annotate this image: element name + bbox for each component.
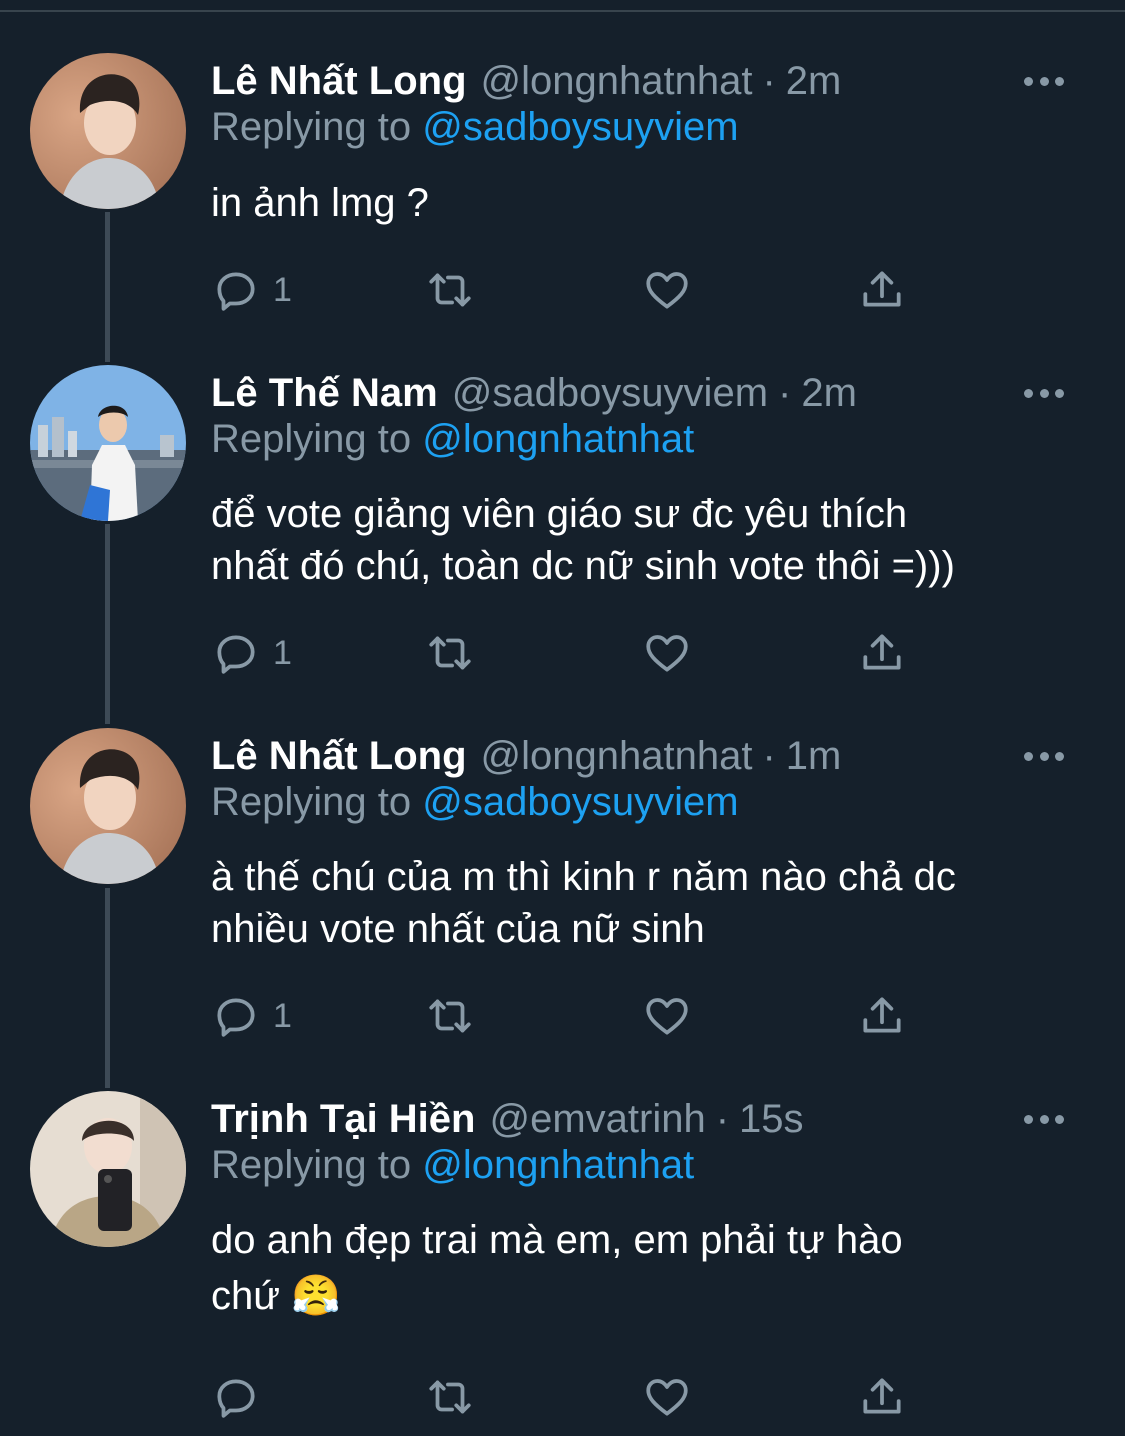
timestamp[interactable]: 15s [739,1097,804,1142]
thread-line [105,212,110,362]
author-handle[interactable]: @longnhatnhat [481,734,753,779]
tweet-text: để vote giảng viên giáo sư đc yêu thích … [211,488,1091,592]
mention-link[interactable]: @longnhatnhat [422,417,694,461]
reply-icon [217,635,255,674]
tweet-text-line: à thế chú của m thì kinh r năm nào chả d… [211,855,956,899]
retweet-button[interactable] [425,265,475,315]
heart-icon [646,635,688,672]
avatar[interactable] [30,365,186,521]
thread-line [105,524,110,724]
top-divider [0,10,1125,12]
share-icon [863,634,901,670]
tweet-text-line: in ảnh lmg ? [211,181,429,225]
heart-icon [646,272,688,309]
tweet-header: Lê Nhất Long @longnhatnhat · 2m [211,53,841,109]
separator-dot: · [762,58,776,103]
separator-dot: · [715,1096,730,1141]
reply-button[interactable]: 1 [211,991,292,1041]
replying-to: Replying to @sadboysuyviem [211,780,739,825]
retweet-button[interactable] [425,628,475,678]
timestamp[interactable]: 2m [801,371,857,416]
author-name[interactable]: Lê Nhất Long [211,59,467,104]
share-button[interactable] [857,628,907,678]
reply-button[interactable]: 1 [211,628,292,678]
reply-icon [217,1379,255,1418]
author-name[interactable]: Lê Nhất Long [211,734,467,779]
tweet-header: Lê Thế Nam @sadboysuyviem · 2m [211,365,857,421]
reply-icon [217,272,255,311]
share-icon [863,1378,901,1414]
share-button[interactable] [857,1372,907,1422]
tweet-header: Lê Nhất Long @longnhatnhat · 1m [211,728,841,784]
replying-label: Replying to [211,105,412,149]
share-button[interactable] [857,265,907,315]
author-handle[interactable]: @sadboysuyviem [452,371,768,416]
avatar-portrait-icon [30,728,186,884]
author-handle[interactable]: @emvatrinh [489,1097,705,1142]
heart-icon [646,1379,688,1416]
timestamp[interactable]: 1m [786,734,842,779]
share-button[interactable] [857,991,907,1041]
action-bar: 1 [211,265,911,315]
avatar-portrait-icon [30,53,186,209]
reply-button[interactable] [211,1372,273,1422]
tweet-text-line: chứ 😤 [211,1274,341,1318]
tweet-text: à thế chú của m thì kinh r năm nào chả d… [211,851,1091,955]
like-button[interactable] [642,628,692,678]
replying-to: Replying to @longnhatnhat [211,1143,694,1188]
action-bar: 1 [211,628,911,678]
reply-icon [217,998,255,1037]
like-button[interactable] [642,1372,692,1422]
retweet-button[interactable] [425,991,475,1041]
avatar[interactable] [30,1091,186,1247]
share-icon [863,271,901,307]
replying-label: Replying to [211,417,412,461]
more-options-icon[interactable] [1024,750,1064,762]
author-name[interactable]: Trịnh Tại Hiền [211,1097,475,1142]
tweet-text: in ảnh lmg ? [211,177,1091,229]
retweet-button[interactable] [425,1372,475,1422]
separator-dot: · [778,370,792,415]
retweet-icon [429,999,471,1033]
like-button[interactable] [642,265,692,315]
mention-link[interactable]: @longnhatnhat [422,1143,694,1187]
reply-count: 1 [273,996,292,1035]
timestamp[interactable]: 2m [786,59,842,104]
reply-count: 1 [273,270,292,309]
tweet-text-line: do anh đẹp trai mà em, em phải tự hào [211,1218,903,1262]
mention-link[interactable]: @sadboysuyviem [422,105,738,149]
retweet-icon [429,1380,471,1414]
replying-label: Replying to [211,780,412,824]
replying-label: Replying to [211,1143,412,1187]
retweet-icon [429,273,471,307]
reply-count: 1 [273,633,292,672]
mention-link[interactable]: @sadboysuyviem [422,780,738,824]
retweet-icon [429,636,471,670]
more-options-icon[interactable] [1024,1113,1064,1125]
share-icon [863,997,901,1033]
tweet-text-line: để vote giảng viên giáo sư đc yêu thích [211,492,908,536]
author-name[interactable]: Lê Thế Nam [211,371,438,416]
avatar-city-icon [30,365,186,521]
heart-icon [646,998,688,1035]
avatar[interactable] [30,728,186,884]
tweet-header: Trịnh Tại Hiền @emvatrinh · 15s [211,1091,804,1147]
replying-to: Replying to @longnhatnhat [211,417,694,462]
reply-button[interactable]: 1 [211,265,292,315]
action-bar [211,1372,911,1422]
author-handle[interactable]: @longnhatnhat [481,59,753,104]
like-button[interactable] [642,991,692,1041]
replying-to: Replying to @sadboysuyviem [211,105,739,150]
action-bar: 1 [211,991,911,1041]
thread-line [105,888,110,1088]
avatar-selfie-icon [30,1091,186,1247]
avatar[interactable] [30,53,186,209]
tweet-text-line: nhất đó chú, toàn dc nữ sinh vote thôi =… [211,544,955,588]
tweet-text: do anh đẹp trai mà em, em phải tự hào ch… [211,1214,1091,1322]
more-options-icon[interactable] [1024,387,1064,399]
separator-dot: · [762,733,776,778]
more-options-icon[interactable] [1024,75,1064,87]
tweet-text-line: nhiều vote nhất của nữ sinh [211,907,705,951]
